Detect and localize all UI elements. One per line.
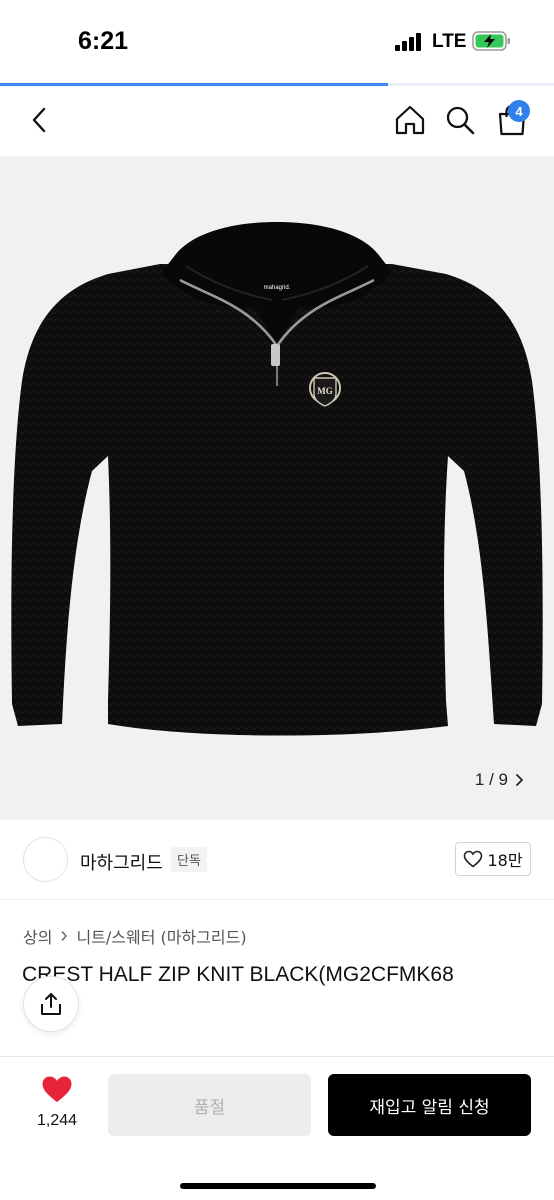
sold-out-button[interactable]: 품절 (108, 1074, 311, 1136)
brand-name[interactable]: 마하그리드 (80, 849, 163, 875)
signal-strength-icon (395, 33, 423, 51)
image-counter[interactable]: 1 / 9 (467, 764, 532, 796)
share-button[interactable] (23, 976, 79, 1032)
home-button[interactable] (390, 100, 430, 140)
restock-alert-button[interactable]: 재입고 알림 신청 (328, 1074, 531, 1136)
wishlist-button[interactable]: 1,244 (22, 1075, 92, 1130)
brand-row: 마하그리드 단독 18만 (0, 820, 554, 900)
brand-like-button[interactable]: 18만 (455, 842, 531, 876)
image-counter-text: 1 / 9 (474, 770, 508, 789)
cart-count-badge: 4 (508, 100, 530, 122)
status-bar: 6:21 LTE (0, 0, 554, 86)
brand-logo[interactable] (23, 837, 68, 882)
top-navigation-bar (0, 86, 554, 156)
home-indicator (180, 1183, 376, 1189)
heart-outline-icon (464, 850, 483, 868)
battery-charging-icon (472, 31, 510, 51)
chevron-right-icon (61, 931, 68, 941)
back-button[interactable] (20, 100, 60, 140)
bottom-action-bar: 1,244 품절 재입고 알림 신청 (0, 1056, 554, 1200)
wishlist-count: 1,244 (36, 1112, 78, 1129)
share-icon (41, 993, 61, 1015)
product-title: CREST HALF ZIP KNIT BLACK(MG2CFMK68 (22, 963, 454, 986)
svg-text:mahagrid.: mahagrid. (264, 285, 291, 291)
breadcrumb-item-subcategory[interactable]: 니트/스웨터 (마하그리드) (76, 924, 246, 948)
home-icon (395, 105, 425, 135)
brand-like-count: 18만 (487, 851, 523, 870)
product-image: mahagrid. MG (11, 222, 543, 736)
chevron-left-icon (32, 107, 46, 133)
network-type: LTE (432, 31, 467, 52)
svg-text:MG: MG (317, 386, 333, 396)
breadcrumb: 상의 니트/스웨터 (마하그리드) (23, 924, 247, 948)
exclusive-badge: 단독 (171, 847, 207, 872)
product-image-gallery[interactable]: mahagrid. MG 1 / 9 (0, 156, 554, 820)
heart-filled-icon (42, 1076, 72, 1102)
status-time: 6:21 (78, 27, 129, 55)
search-button[interactable] (440, 100, 480, 140)
chevron-right-icon (516, 774, 523, 786)
search-icon (446, 106, 475, 135)
breadcrumb-item-category[interactable]: 상의 (23, 924, 52, 948)
